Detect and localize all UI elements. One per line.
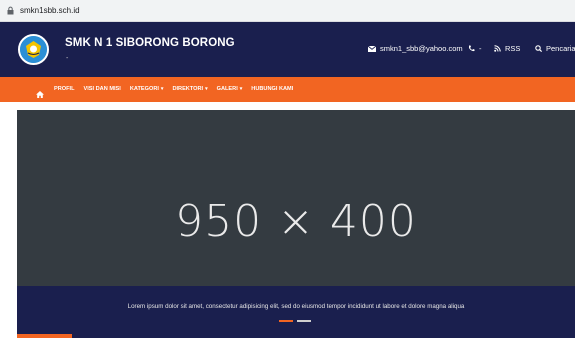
home-icon[interactable] bbox=[36, 85, 44, 103]
search-link[interactable]: Pencarian bbox=[535, 44, 575, 53]
nav-item-direktori[interactable]: DIREKTORI ▾ bbox=[172, 86, 207, 92]
slide-placeholder-image[interactable]: 950 × 400 bbox=[17, 110, 575, 286]
site-header: SMK N 1 SIBORONG BORONG - smkn1_sbb@yaho… bbox=[0, 22, 575, 77]
slide-caption: Lorem ipsum dolor sit amet, consectetur … bbox=[127, 303, 465, 310]
slide-indicators bbox=[279, 320, 315, 322]
nav-item-profil[interactable]: PROFIL bbox=[54, 86, 75, 92]
email-text: smkn1_sbb@yahoo.com bbox=[380, 44, 463, 53]
caret-down-icon: ▾ bbox=[205, 86, 208, 92]
nav-item-hubungi-kami[interactable]: HUBUNGI KAMI bbox=[251, 86, 293, 92]
rss-icon bbox=[494, 45, 501, 52]
address-bar[interactable]: smkn1sbb.sch.id bbox=[0, 0, 575, 22]
slide-caption-bar: Lorem ipsum dolor sit amet, consectetur … bbox=[17, 286, 575, 338]
image-slider[interactable]: 950 × 400 Lorem ipsum dolor sit amet, co… bbox=[17, 102, 575, 338]
nav-item-kategori[interactable]: KATEGORI ▾ bbox=[130, 86, 164, 92]
search-text: Pencarian bbox=[546, 44, 575, 53]
nav-item-galeri[interactable]: GALERI ▾ bbox=[217, 86, 243, 92]
phone-icon bbox=[469, 45, 475, 52]
nav-item-visi-dan-misi[interactable]: VISI DAN MISI bbox=[84, 86, 121, 92]
slide-accent-bar bbox=[17, 334, 72, 338]
slide-indicator[interactable] bbox=[297, 320, 311, 322]
phone-text: - bbox=[479, 44, 482, 53]
site-title[interactable]: SMK N 1 SIBORONG BORONG bbox=[65, 37, 235, 49]
search-icon bbox=[535, 45, 542, 52]
slide-placeholder-label: 950 × 400 bbox=[175, 195, 417, 247]
site-tagline: - bbox=[66, 55, 69, 62]
caret-down-icon: ▾ bbox=[160, 86, 164, 92]
school-logo[interactable] bbox=[18, 34, 49, 65]
nav-list: PROFIL VISI DAN MISI KATEGORI ▾ DIREKTORI… bbox=[54, 86, 302, 92]
rss-link[interactable]: RSS bbox=[494, 44, 520, 53]
envelope-icon bbox=[368, 45, 376, 52]
lock-icon bbox=[6, 6, 15, 15]
email-link[interactable]: smkn1_sbb@yahoo.com bbox=[368, 44, 463, 53]
caret-down-icon: ▾ bbox=[239, 86, 243, 92]
slide-indicator-active[interactable] bbox=[279, 320, 293, 322]
phone-link[interactable]: - bbox=[468, 44, 482, 53]
url-text: smkn1sbb.sch.id bbox=[20, 6, 80, 15]
main-nav: PROFIL VISI DAN MISI KATEGORI ▾ DIREKTORI… bbox=[0, 77, 575, 102]
rss-text: RSS bbox=[505, 44, 521, 53]
